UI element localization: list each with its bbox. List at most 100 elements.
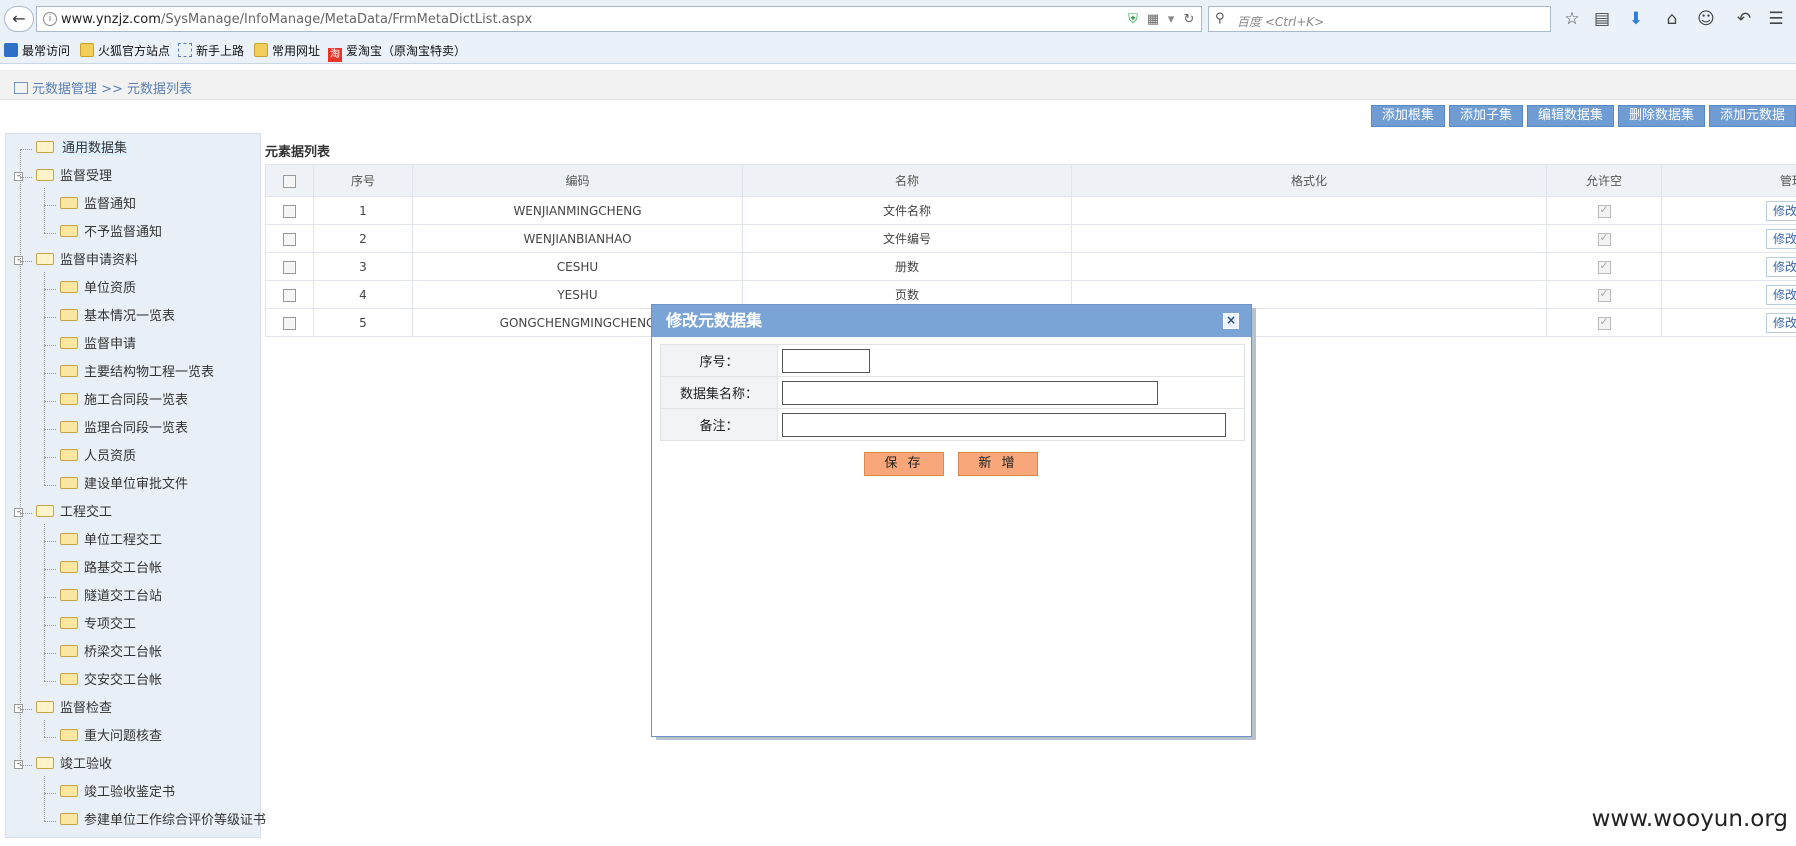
tree-node-label: 建设单位审批文件: [84, 477, 189, 492]
row-checkbox[interactable]: [283, 316, 296, 330]
add-metadata-button[interactable]: 添加元数据: [1708, 105, 1796, 127]
tree-node[interactable]: 专项交工: [60, 614, 136, 636]
row-select-cell[interactable]: [265, 224, 314, 253]
cell-code: WENJIANMINGCHENG: [412, 196, 743, 225]
tree-node-label: 隧道交工台站: [84, 589, 163, 604]
dataset-name-input[interactable]: [782, 380, 1158, 405]
row-select-cell[interactable]: [265, 308, 314, 337]
cell-format: [1071, 196, 1547, 225]
tree-node[interactable]: 主要结构物工程一览表: [60, 362, 214, 384]
folder-icon: [60, 813, 78, 825]
tree-node[interactable]: 重大问题核查: [60, 726, 162, 748]
tree-node[interactable]: 监督通知: [60, 194, 136, 216]
folder-icon: [36, 141, 54, 153]
add-new-button[interactable]: 新 增: [958, 452, 1038, 476]
row-checkbox[interactable]: [283, 260, 296, 274]
tree-node[interactable]: 隧道交工台站: [60, 586, 162, 608]
tree-node[interactable]: 施工合同段一览表: [60, 390, 188, 412]
edit-row-button[interactable]: 修改: [1765, 256, 1796, 277]
row-checkbox[interactable]: [283, 288, 296, 302]
action-toolbar: 添加根集 添加子集 编辑数据集 删除数据集 添加元数据: [1367, 105, 1796, 127]
tree-node[interactable]: 竣工验收鉴定书: [60, 782, 175, 804]
remark-label: 备注：: [660, 408, 778, 441]
shield-icon[interactable]: ⛨: [1125, 12, 1141, 28]
url-text[interactable]: www.ynzjz.com/SysManage/InfoManage/MetaD…: [61, 12, 532, 27]
tree-node[interactable]: 人员资质: [60, 446, 136, 468]
back-icon[interactable]: ←: [4, 6, 34, 32]
edit-row-button[interactable]: 修改: [1765, 284, 1796, 305]
reading-list-icon[interactable]: ▤: [1590, 7, 1614, 31]
tree-connector: [44, 681, 56, 682]
add-child-set-button[interactable]: 添加子集: [1448, 105, 1523, 127]
tree-connector: [20, 765, 32, 766]
qr-code-icon[interactable]: ▦: [1145, 12, 1161, 28]
tree-node[interactable]: 路基交工台帐: [60, 558, 162, 580]
row-select-cell[interactable]: [265, 196, 314, 225]
tree-node[interactable]: 监督申请: [60, 334, 136, 356]
tree-connector: [20, 149, 21, 765]
save-button[interactable]: 保 存: [864, 452, 944, 476]
edit-row-button[interactable]: 修改: [1765, 228, 1796, 249]
tree-node[interactable]: 监理合同段一览表: [60, 418, 188, 440]
bookmark-most-visited[interactable]: 最常访问: [4, 42, 70, 60]
tree-node-label: 监督申请资料: [60, 253, 139, 268]
address-bar[interactable]: i www.ynzjz.com/SysManage/InfoManage/Met…: [36, 6, 1202, 32]
dropdown-icon[interactable]: ▾: [1163, 12, 1179, 28]
bookmark-getting-started[interactable]: 新手上路: [178, 42, 244, 60]
bookmark-common-sites[interactable]: 常用网址: [254, 42, 320, 60]
tree-node[interactable]: 参建单位工作综合评价等级证书: [60, 810, 266, 832]
tree-node[interactable]: 基本情况一览表: [60, 306, 175, 328]
tree-node[interactable]: 单位工程交工: [60, 530, 162, 552]
edit-row-button[interactable]: 修改: [1765, 200, 1796, 221]
tree-node[interactable]: 交安交工台帐: [60, 670, 162, 692]
add-root-set-button[interactable]: 添加根集: [1370, 105, 1445, 127]
folder-icon: [36, 701, 54, 713]
tree-connector: [20, 513, 32, 514]
folder-icon: [80, 43, 94, 57]
tree-node[interactable]: 建设单位审批文件: [60, 474, 188, 496]
delete-dataset-button[interactable]: 删除数据集: [1617, 105, 1705, 127]
tree-node-label: 单位资质: [84, 281, 137, 296]
chat-icon[interactable]: ☺: [1694, 7, 1718, 31]
row-checkbox[interactable]: [283, 204, 296, 218]
cell-name: 文件编号: [742, 224, 1072, 253]
menu-icon[interactable]: ☰: [1764, 7, 1788, 31]
tree-node[interactable]: 桥梁交工台帐: [60, 642, 162, 664]
bookmark-aitaobao[interactable]: 淘爱淘宝（原淘宝特卖）: [328, 42, 466, 62]
tree-connector: [20, 709, 32, 710]
row-checkbox[interactable]: [283, 232, 296, 246]
header-select-all[interactable]: [265, 164, 314, 197]
reload-icon[interactable]: ↻: [1181, 12, 1197, 28]
cell-nullable: [1546, 308, 1662, 337]
cell-manage: 修改: [1661, 308, 1796, 337]
tree-node[interactable]: 监督受理 -: [14, 166, 112, 188]
edit-row-button[interactable]: 修改: [1765, 312, 1796, 333]
tree-node[interactable]: 不予监督通知: [60, 222, 162, 244]
home-icon[interactable]: ⌂: [1660, 7, 1684, 31]
no-input[interactable]: [782, 348, 870, 373]
globe-icon: i: [43, 12, 57, 26]
tree-node[interactable]: 监督检查 -: [14, 698, 112, 720]
folder-icon: [60, 785, 78, 797]
undo-icon[interactable]: ↶: [1732, 7, 1756, 31]
close-icon[interactable]: ×: [1223, 313, 1239, 329]
edit-page-icon: [14, 82, 28, 94]
row-select-cell[interactable]: [265, 280, 314, 309]
remark-input[interactable]: [782, 412, 1226, 437]
row-select-cell[interactable]: [265, 252, 314, 281]
tree-node[interactable]: 工程交工 -: [14, 502, 112, 524]
select-all-checkbox[interactable]: [283, 174, 296, 188]
most-visited-icon: [4, 43, 18, 57]
folder-icon: [60, 197, 78, 209]
header-nullable: 允许空: [1546, 164, 1662, 197]
tree-node[interactable]: 单位资质: [60, 278, 136, 300]
bookmark-firefox-site[interactable]: 火狐官方站点: [80, 42, 170, 60]
tree-node-label: 不予监督通知: [84, 225, 163, 240]
bookmark-star-icon[interactable]: ☆: [1560, 7, 1584, 31]
tree-node[interactable]: 监督申请资料 -: [14, 250, 139, 272]
download-icon[interactable]: ⬇: [1624, 7, 1648, 31]
tree-node[interactable]: 竣工验收 -: [14, 754, 112, 776]
search-bar[interactable]: ⚲ 百度 <Ctrl+K>: [1208, 6, 1551, 32]
tree-node[interactable]: 通用数据集: [36, 138, 130, 160]
edit-dataset-button[interactable]: 编辑数据集: [1526, 105, 1614, 127]
